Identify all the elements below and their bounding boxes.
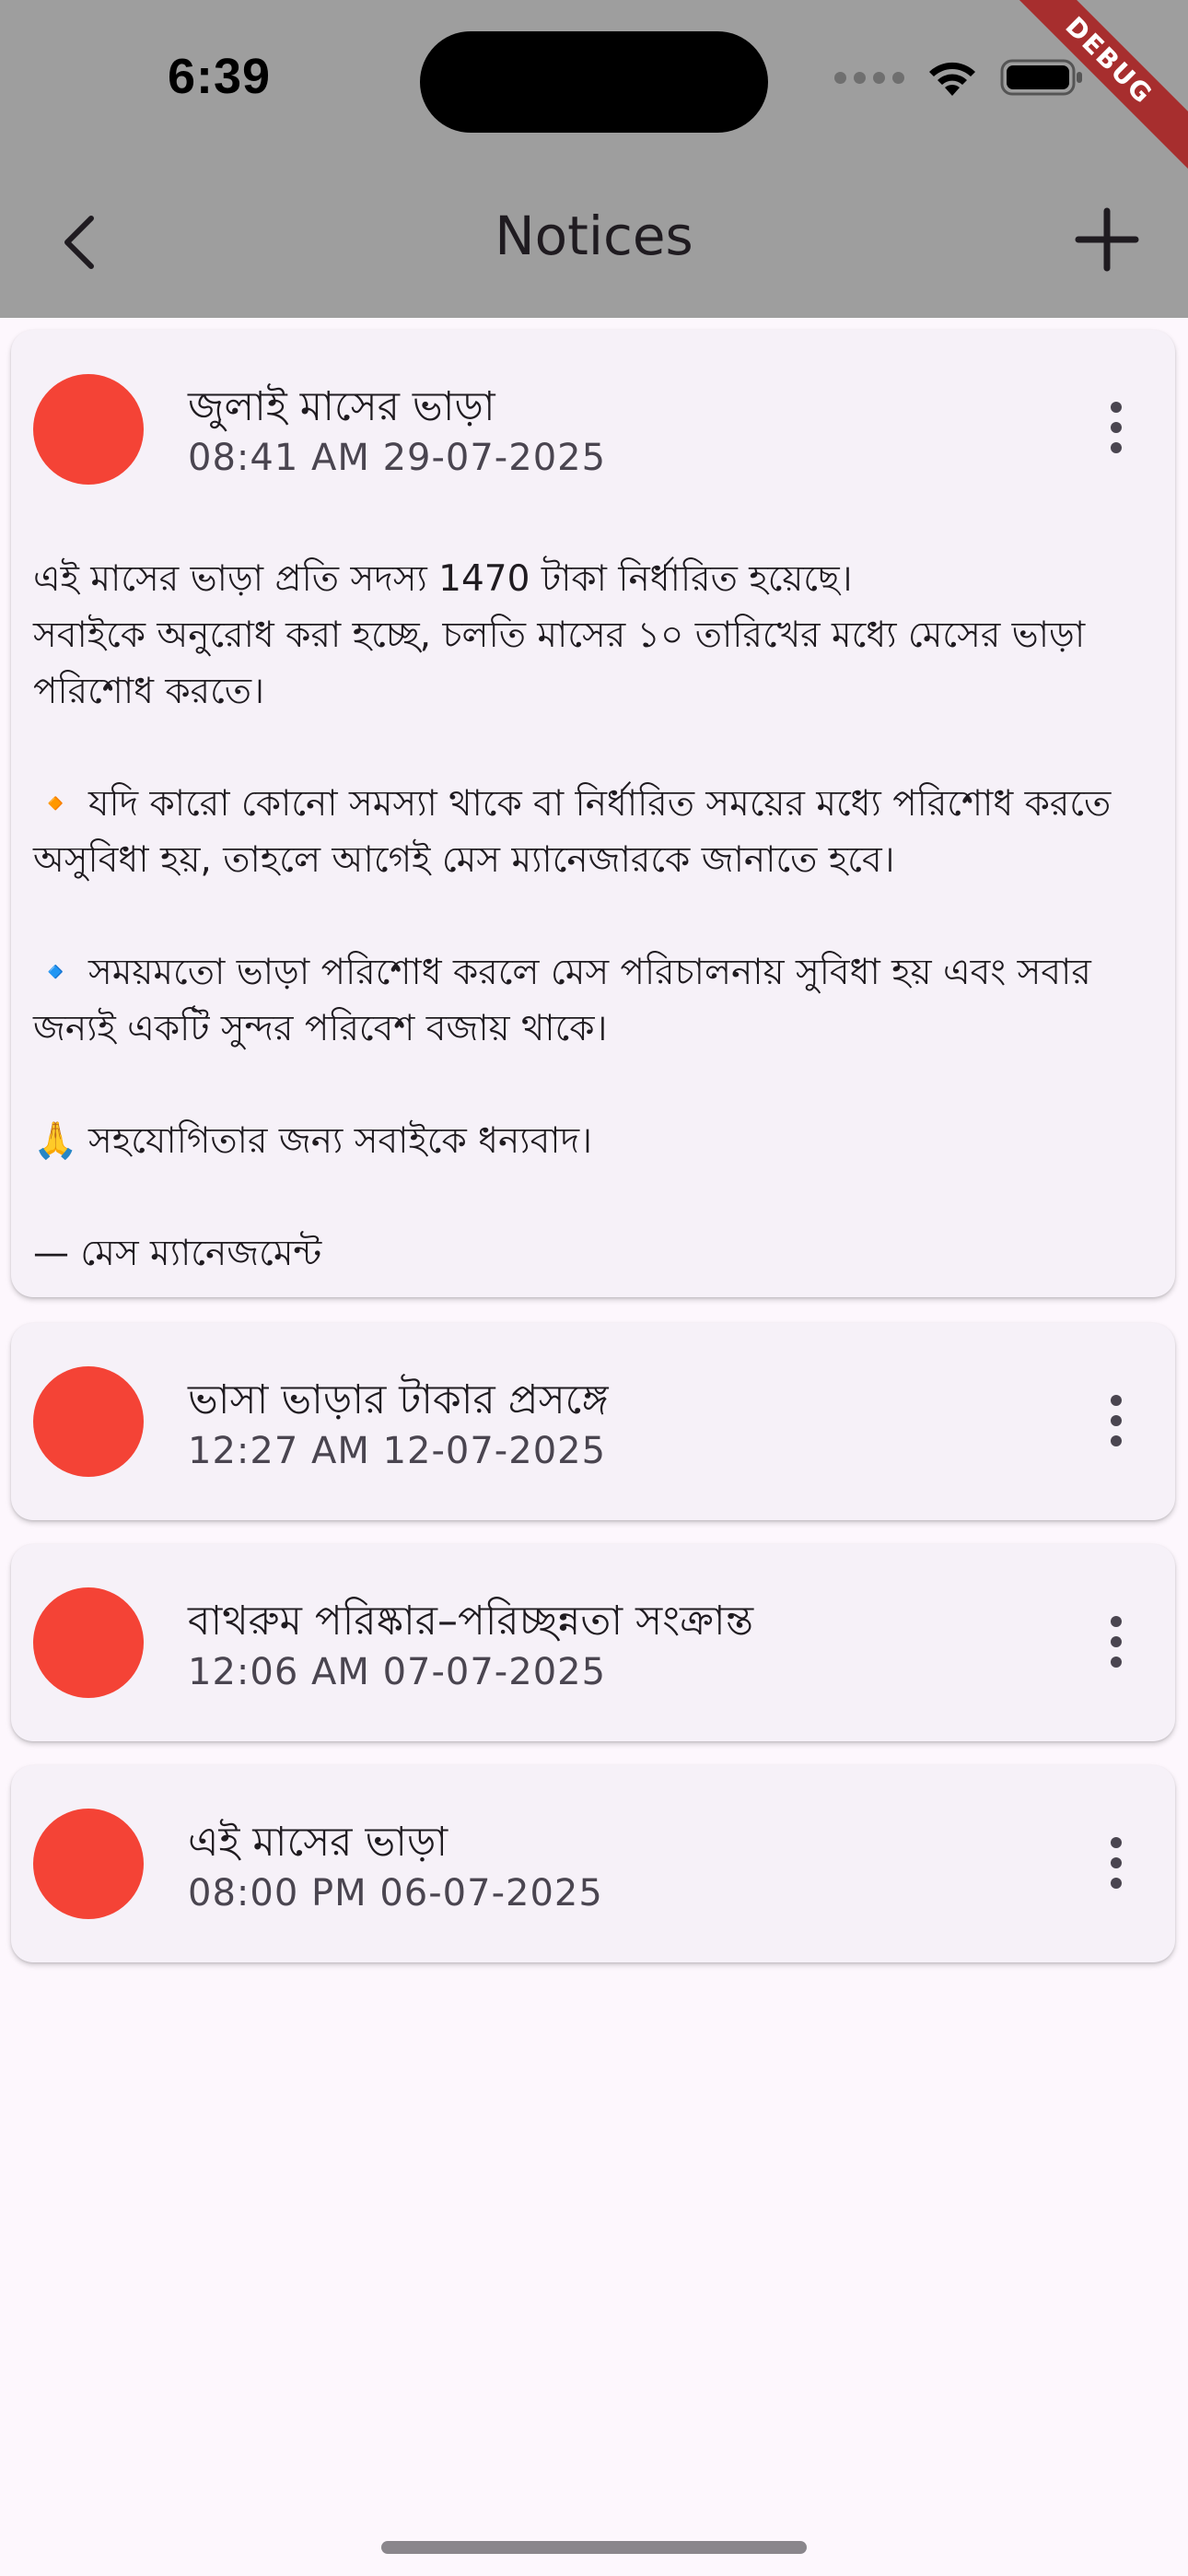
more-options-button[interactable] (1094, 1605, 1138, 1679)
more-options-button[interactable] (1094, 1384, 1138, 1458)
notice-body-line: সবাইকে অনুরোধ করা হচ্ছে, চলতি মাসের ১০ ত… (33, 615, 1086, 712)
more-vert-icon (1111, 1395, 1122, 1406)
debug-banner-label: DEBUG (1013, 0, 1188, 173)
notice-title: এই মাসের ভাড়া (188, 1819, 448, 1866)
notice-title: জুলাই মাসের ভাড়া (188, 383, 495, 430)
notice-body: এই মাসের ভাড়া প্রতি সদস্য 1470 টাকা নির… (33, 551, 1157, 1282)
app-bar: 6:39 DEBUG Notices (0, 0, 1188, 318)
notice-card[interactable]: জুলাই মাসের ভাড়া 08:41 AM 29-07-2025 এই… (11, 330, 1175, 1297)
dynamic-island (420, 31, 768, 133)
notice-avatar (33, 374, 144, 485)
notice-avatar (33, 1587, 144, 1698)
more-vert-icon (1111, 402, 1122, 413)
notice-signature: — মেস ম্যানেজমেন্ট (33, 1233, 322, 1274)
notice-avatar (33, 1809, 144, 1919)
notice-body-item-text: সহযোগিতার জন্য সবাইকে ধন্যবাদ। (88, 1120, 593, 1162)
notice-title: ভাসা ভাড়ার টাকার প্রসঙ্গে (188, 1376, 609, 1423)
folded-hands-icon: 🙏 (33, 1120, 78, 1162)
status-time: 6:39 (168, 49, 272, 104)
more-vert-icon (1111, 1837, 1122, 1848)
notice-card[interactable]: এই মাসের ভাড়া 08:00 PM 06-07-2025 (11, 1765, 1175, 1962)
page-title: Notices (495, 205, 693, 267)
notice-body-line: এই মাসের ভাড়া প্রতি সদস্য 1470 টাকা নির… (33, 558, 853, 600)
notice-datetime: 12:06 AM 07-07-2025 (188, 1651, 607, 1693)
debug-banner: DEBUG (1013, 0, 1188, 175)
notice-title: বাথরুম পরিষ্কার–পরিচ্ছন্নতা সংক্রান্ত (188, 1598, 754, 1645)
notice-body-item: 🔹 সময়মতো ভাড়া পরিশোধ করলে মেস পরিচালনায… (33, 944, 1157, 1057)
add-notice-button[interactable] (1063, 195, 1151, 284)
more-vert-icon (1111, 1616, 1122, 1627)
more-options-button[interactable] (1094, 1826, 1138, 1900)
notice-datetime: 12:27 AM 12-07-2025 (188, 1430, 607, 1472)
notice-card[interactable]: ভাসা ভাড়ার টাকার প্রসঙ্গে 12:27 AM 12-0… (11, 1323, 1175, 1520)
notice-body-item: 🔸 যদি কারো কোনো সমস্যা থাকে বা নির্ধারিত … (33, 776, 1157, 888)
blue-diamond-icon: 🔹 (33, 952, 78, 993)
home-indicator[interactable] (381, 2541, 807, 2554)
notice-datetime: 08:00 PM 06-07-2025 (188, 1872, 603, 1914)
notice-datetime: 08:41 AM 29-07-2025 (188, 437, 607, 479)
notice-body-item-text: যদি কারো কোনো সমস্যা থাকে বা নির্ধারিত স… (33, 783, 1112, 881)
cellular-signal-icon (834, 71, 904, 84)
orange-diamond-icon: 🔸 (33, 783, 78, 825)
notice-body-item: 🙏 সহযোগিতার জন্য সবাইকে ধন্যবাদ। (33, 1113, 1157, 1169)
notice-card[interactable]: বাথরুম পরিষ্কার–পরিচ্ছন্নতা সংক্রান্ত 12… (11, 1544, 1175, 1741)
notice-avatar (33, 1366, 144, 1477)
wifi-icon (929, 62, 975, 96)
notice-body-item-text: সময়মতো ভাড়া পরিশোধ করলে মেস পরিচালনায়… (33, 952, 1091, 1049)
more-options-button[interactable] (1094, 391, 1138, 464)
plus-icon (1075, 207, 1139, 272)
